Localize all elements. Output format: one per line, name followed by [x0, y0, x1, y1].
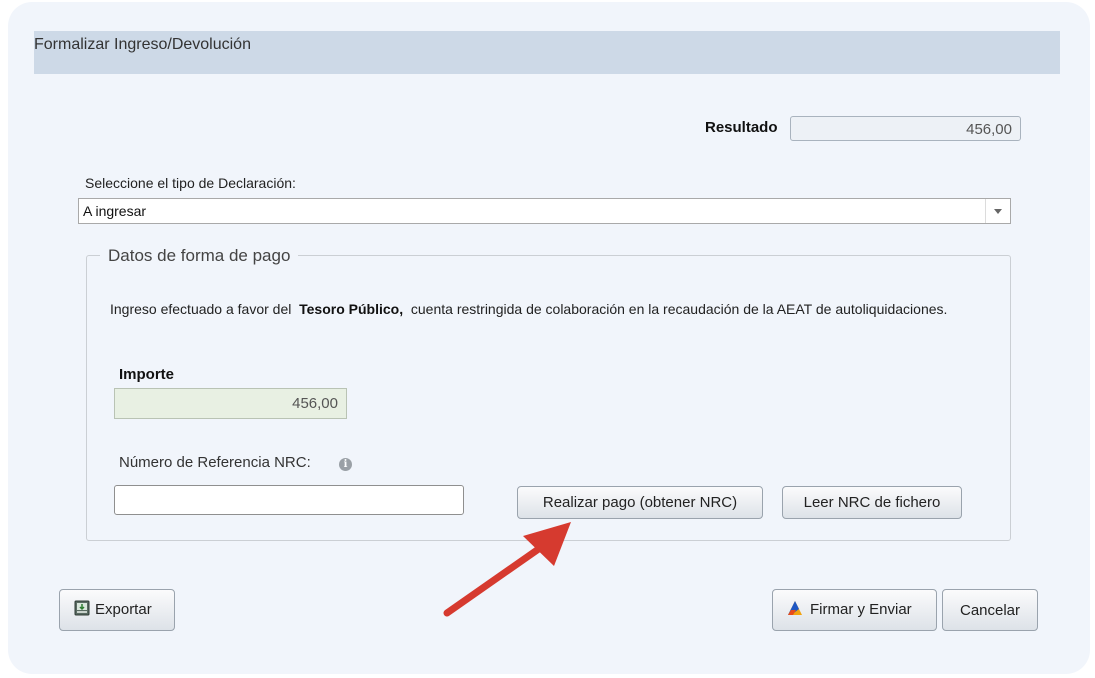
- sign-icon: [788, 601, 802, 616]
- chevron-down-icon[interactable]: [994, 209, 1002, 214]
- export-icon: [74, 600, 90, 616]
- leer-nrc-button[interactable]: Leer NRC de fichero: [782, 486, 962, 519]
- payment-info-prefix: Ingreso efectuado a favor del: [110, 301, 292, 317]
- nrc-input[interactable]: [114, 485, 464, 515]
- realizar-pago-button[interactable]: Realizar pago (obtener NRC): [517, 486, 763, 519]
- payment-info-suffix: cuenta restringida de colaboración en la…: [410, 301, 948, 317]
- select-divider: [985, 199, 986, 223]
- importe-label: Importe: [119, 366, 175, 383]
- info-icon[interactable]: i: [339, 458, 352, 471]
- exportar-button[interactable]: Exportar: [59, 589, 175, 631]
- payment-legend: Datos de forma de pago: [100, 246, 299, 266]
- nrc-label: Número de Referencia NRC:: [119, 454, 311, 471]
- declaracion-label: Seleccione el tipo de Declaración:: [85, 175, 296, 191]
- resultado-field: 456,00: [790, 116, 1021, 141]
- firmar-enviar-label: Firmar y Enviar: [810, 601, 912, 618]
- dialog-title: Formalizar Ingreso/Devolución: [34, 36, 251, 53]
- declaracion-select[interactable]: A ingresar: [78, 198, 1011, 224]
- importe-field: 456,00: [114, 388, 347, 419]
- firmar-enviar-button[interactable]: Firmar y Enviar: [772, 589, 937, 631]
- declaracion-selected-value: A ingresar: [83, 203, 147, 219]
- payment-info-bold: Tesoro Público,: [299, 301, 404, 317]
- exportar-label: Exportar: [95, 601, 152, 618]
- cancelar-button[interactable]: Cancelar: [942, 589, 1038, 631]
- payment-info-text: Ingreso efectuado a favor del Tesoro Púb…: [110, 300, 990, 319]
- resultado-label: Resultado: [705, 119, 778, 136]
